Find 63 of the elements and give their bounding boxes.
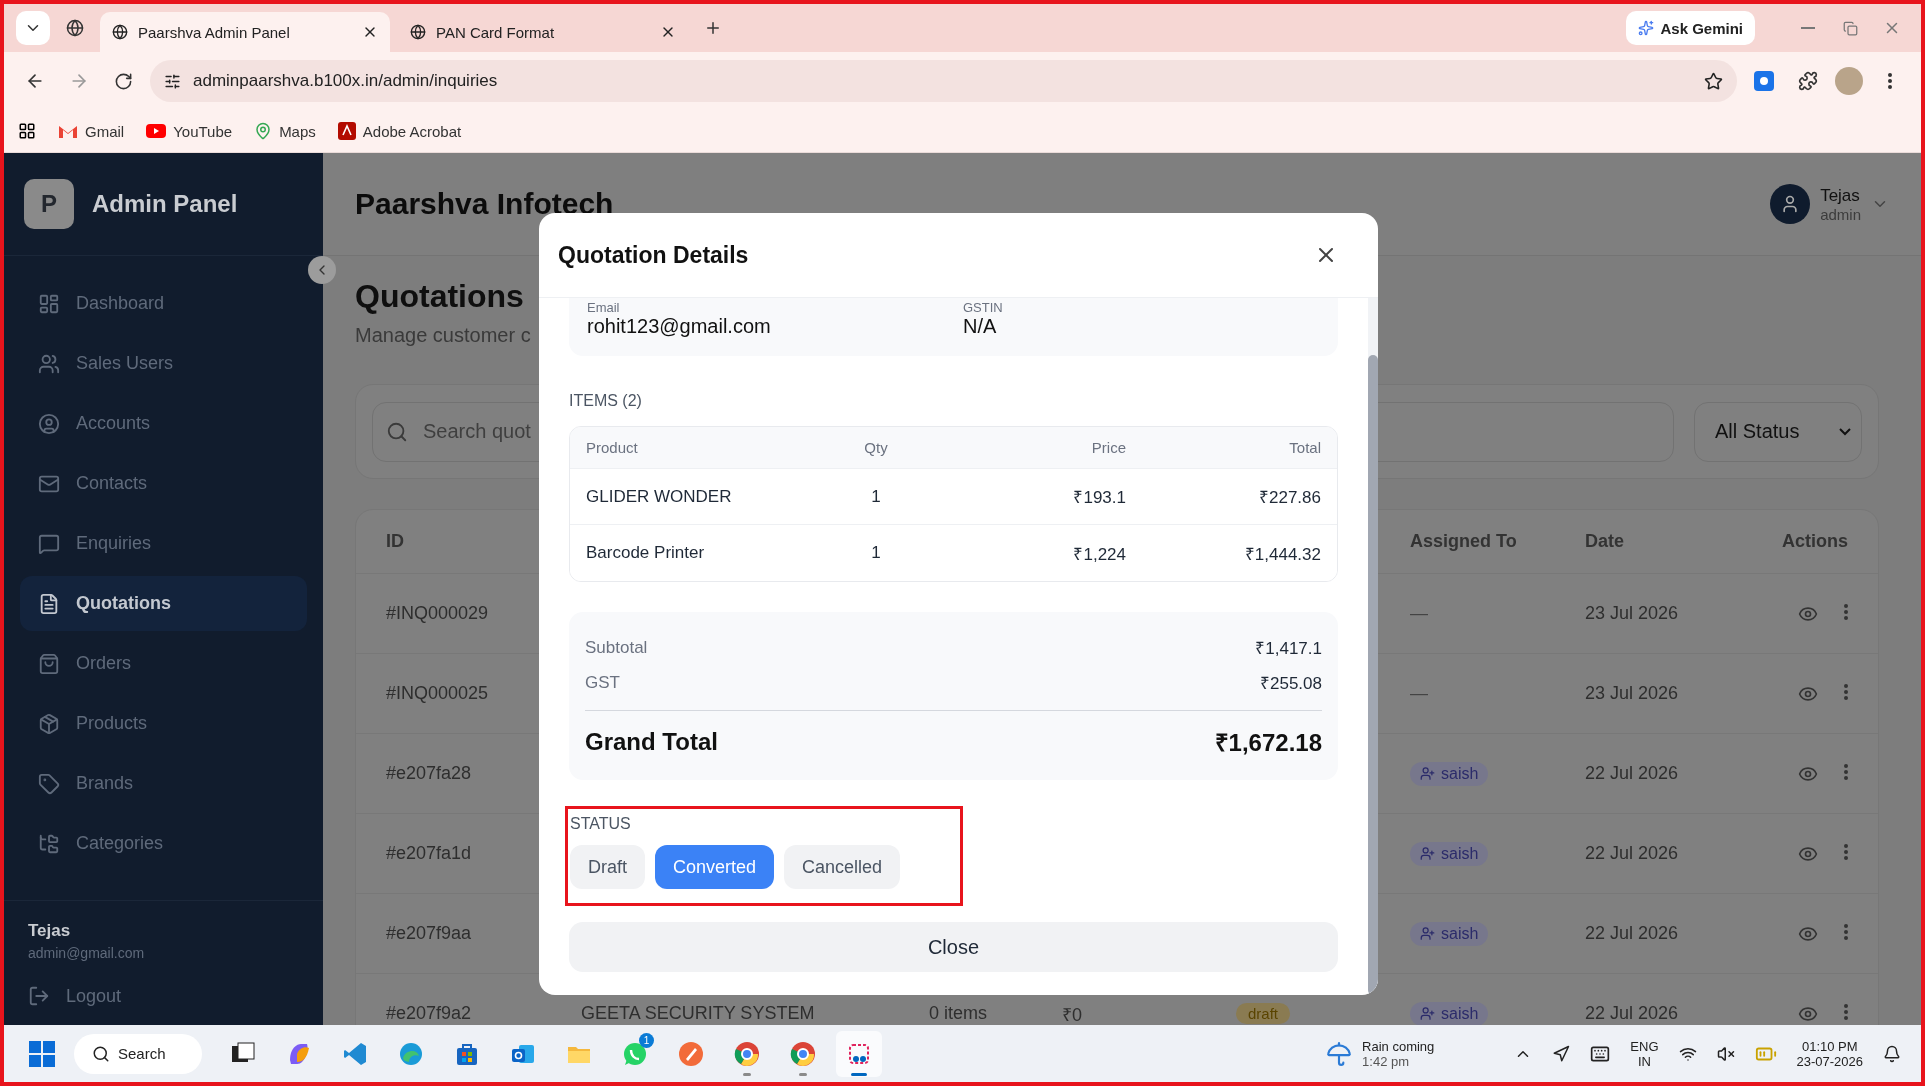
table-cell-text: GEETA SECURITY SYSTEM (581, 1003, 816, 1024)
column-header: Price (1090, 439, 1126, 456)
page-subtitle: Manage customer c (355, 323, 531, 348)
user-role: admin (1820, 205, 1861, 223)
field-value: rohit123@gmail.com (587, 315, 772, 338)
page-title: Quotations (355, 277, 524, 316)
table-cell-text: #INQ000025 (386, 683, 490, 704)
summary-label: GST (585, 672, 620, 693)
summary-label: Subtotal (585, 637, 648, 658)
column-header: Product (586, 439, 639, 456)
column-header: Qty (863, 439, 889, 456)
grand-total-label: Grand Total (585, 727, 718, 756)
table-cell-text: #e207f9a2 (386, 1003, 473, 1024)
table-cell-text: 23 Jul 2026 (1585, 603, 1680, 624)
dialog-title: Quotation Details (558, 241, 750, 269)
table-cell-text: 1 (870, 486, 882, 507)
column-header: ID (386, 531, 405, 552)
table-cell-text: 22 Jul 2026 (1585, 1003, 1680, 1024)
grand-total-value: ₹1,672.18 (1214, 728, 1322, 758)
table-cell-text: 1 (870, 543, 882, 563)
status-badge: draft (1236, 1003, 1290, 1024)
table-cell-text: ₹0 (1062, 1003, 1083, 1025)
items-heading: ITEMS (2) (569, 392, 643, 410)
table-cell-text: 23 Jul 2026 (1585, 683, 1680, 704)
table-cell-text: — (1410, 683, 1429, 704)
table-cell-text: Barcode Printer (586, 543, 706, 563)
user-email: admin@gmail.com (28, 945, 146, 961)
table-cell-text: 22 Jul 2026 (1585, 923, 1680, 944)
field-label: Email (587, 300, 621, 315)
table-cell-text: ₹227.86 (1258, 487, 1321, 508)
weather-title: Rain coming (1362, 1038, 1435, 1054)
table-cell-text: 22 Jul 2026 (1585, 763, 1680, 784)
table-cell-text: GLIDER WONDER (586, 486, 733, 507)
assignee-badge: saish (1410, 1001, 1489, 1025)
table-cell-text: ₹1,444.32 (1243, 543, 1321, 565)
column-header: Actions (1781, 531, 1848, 552)
assignee-badge: saish (1410, 921, 1489, 946)
weather-time: 1:42 pm (1362, 1053, 1410, 1069)
table-cell-text: #e207fa1d (386, 843, 473, 864)
table-cell-text: ₹193.1 (1072, 487, 1126, 508)
table-cell-text: #e207f9aa (386, 923, 473, 944)
company-title: Paarshva Infotech (355, 187, 615, 221)
field-label: GSTIN (963, 300, 1004, 315)
logo: P (24, 179, 74, 229)
table-cell-text: #e207fa28 (386, 763, 473, 784)
summary-value: ₹255.08 (1260, 673, 1322, 694)
notification-badge: 1 (639, 1032, 654, 1048)
column-header: Total (1288, 439, 1321, 456)
status-heading: STATUS (570, 815, 632, 833)
assignee-badge: saish (1410, 761, 1489, 786)
assignee-badge: saish (1410, 841, 1489, 866)
brand-title: Admin Panel (92, 190, 238, 218)
user-name: Tejas (28, 921, 72, 941)
summary-value: ₹1,417.1 (1255, 638, 1322, 659)
field-value: N/A (963, 315, 998, 338)
user-name: Tejas (1820, 185, 1861, 206)
table-cell-text: 22 Jul 2026 (1585, 843, 1680, 864)
table-cell-text: ₹1,224 (1072, 543, 1126, 565)
column-header: Assigned To (1410, 531, 1518, 552)
table-cell-text: — (1410, 603, 1429, 624)
table-cell-text: 0 items (929, 1003, 989, 1024)
column-header: Date (1585, 531, 1625, 552)
table-cell-text: #INQ000029 (386, 603, 490, 624)
